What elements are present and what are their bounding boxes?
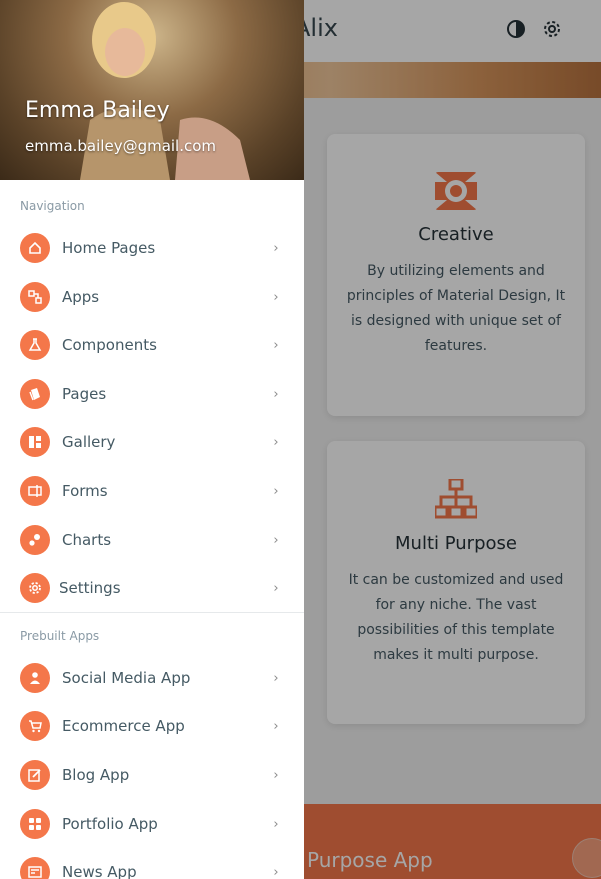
chevron-right-icon: › [273, 240, 279, 256]
chevron-right-icon: › [273, 816, 279, 832]
nav-item-blog-app[interactable]: Blog App › [0, 751, 304, 799]
nav-item-home-pages[interactable]: Home Pages › [0, 224, 304, 272]
nav-item-pages[interactable]: Pages › [0, 370, 304, 418]
nav-label: Blog App [62, 766, 130, 784]
user-email: emma.bailey@gmail.com [25, 137, 217, 155]
person-icon [20, 663, 50, 693]
gallery-icon [20, 427, 50, 457]
nav-label: Gallery [62, 433, 116, 451]
chevron-right-icon: › [273, 670, 279, 686]
home-icon [20, 233, 50, 263]
nav-item-apps[interactable]: Apps › [0, 273, 304, 321]
nav-item-components[interactable]: Components › [0, 321, 304, 369]
forms-icon [20, 476, 50, 506]
section-label-navigation: Navigation [20, 199, 85, 213]
chevron-right-icon: › [273, 386, 279, 402]
nav-item-news-app[interactable]: News App › [0, 848, 304, 879]
nav-item-charts[interactable]: Charts › [0, 516, 304, 564]
nav-item-ecommerce-app[interactable]: Ecommerce App › [0, 702, 304, 750]
navigation-drawer: Emma Bailey emma.bailey@gmail.com Naviga… [0, 0, 304, 879]
flask-icon [20, 330, 50, 360]
chevron-right-icon: › [273, 434, 279, 450]
user-name: Emma Bailey [25, 98, 170, 123]
nav-label: News App [62, 863, 137, 879]
nav-label: Portfolio App [62, 815, 158, 833]
news-icon [20, 857, 50, 879]
nav-label: Components [62, 336, 157, 354]
nav-label: Forms [62, 482, 108, 500]
nav-item-social-media-app[interactable]: Social Media App › [0, 654, 304, 702]
section-label-prebuilt-apps: Prebuilt Apps [20, 629, 100, 643]
nav-item-settings[interactable]: Settings › [0, 564, 304, 612]
charts-icon [20, 525, 50, 555]
chevron-right-icon: › [273, 289, 279, 305]
chevron-right-icon: › [273, 532, 279, 548]
nav-label: Social Media App [62, 669, 191, 687]
chevron-right-icon: › [273, 767, 279, 783]
apps-icon [20, 282, 50, 312]
nav-label: Home Pages [62, 239, 156, 257]
nav-label: Ecommerce App [62, 717, 185, 735]
nav-label: Pages [62, 385, 107, 403]
chevron-right-icon: › [273, 718, 279, 734]
drawer-divider [0, 612, 304, 613]
nav-item-forms[interactable]: Forms › [0, 467, 304, 515]
portfolio-icon [20, 809, 50, 839]
nav-item-gallery[interactable]: Gallery › [0, 418, 304, 466]
cart-icon [20, 711, 50, 741]
pages-icon [20, 379, 50, 409]
nav-label: Settings [59, 579, 121, 597]
nav-label: Apps [62, 288, 100, 306]
chevron-right-icon: › [273, 864, 279, 879]
nav-item-portfolio-app[interactable]: Portfolio App › [0, 800, 304, 848]
chevron-right-icon: › [273, 580, 279, 596]
gear-icon [20, 573, 50, 603]
edit-icon [20, 760, 50, 790]
nav-label: Charts [62, 531, 112, 549]
chevron-right-icon: › [273, 483, 279, 499]
drawer-header: Emma Bailey emma.bailey@gmail.com [0, 0, 304, 180]
chevron-right-icon: › [273, 337, 279, 353]
